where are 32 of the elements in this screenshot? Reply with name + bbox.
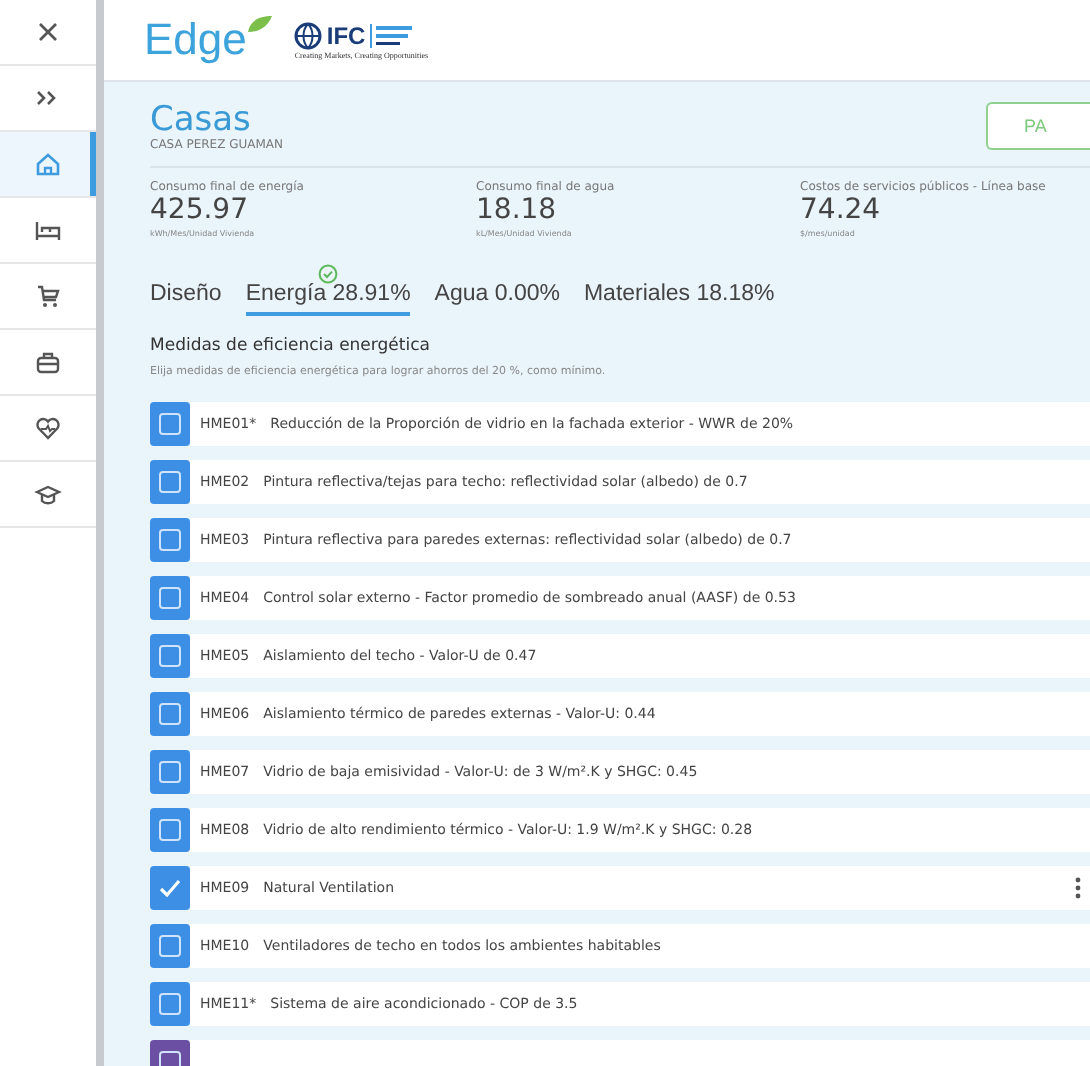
tab[interactable]: Agua 0.00% <box>434 282 560 316</box>
checkbox[interactable] <box>150 518 190 562</box>
checkbox[interactable] <box>150 460 190 504</box>
metric-value: 18.18 <box>476 194 559 228</box>
edge-logo: Edge <box>144 14 275 66</box>
heart-icon <box>34 414 62 442</box>
checkbox[interactable] <box>150 750 190 794</box>
metric-value: 74.24 <box>800 194 883 228</box>
leaf-icon <box>246 14 275 34</box>
section-heading: Medidas de eficiencia energética <box>150 336 432 356</box>
tab[interactable]: Energía 28.91% <box>245 282 411 316</box>
project-title: Casas <box>150 102 251 138</box>
checkbox[interactable] <box>150 808 190 852</box>
close-icon <box>34 18 62 46</box>
checkbox[interactable] <box>150 866 190 910</box>
logo-lines-icon <box>369 23 414 47</box>
graduation-cap-icon <box>34 480 62 508</box>
bed-icon <box>34 216 62 244</box>
checkbox[interactable] <box>150 692 190 736</box>
checkbox[interactable] <box>150 402 190 446</box>
home-icon <box>34 150 62 178</box>
checkbox[interactable] <box>150 982 190 1026</box>
checkbox[interactable] <box>150 924 190 968</box>
briefcase-icon <box>34 348 62 376</box>
cart-icon <box>34 282 62 310</box>
tab[interactable]: Diseño <box>150 282 222 316</box>
metric-value: 425.97 <box>150 194 250 228</box>
tab[interactable]: Materiales 18.18% <box>583 282 775 316</box>
checkbox[interactable] <box>150 576 190 620</box>
globe-icon <box>294 21 323 49</box>
checkbox[interactable] <box>150 634 190 678</box>
ifc-logo: IFC <box>326 21 366 49</box>
